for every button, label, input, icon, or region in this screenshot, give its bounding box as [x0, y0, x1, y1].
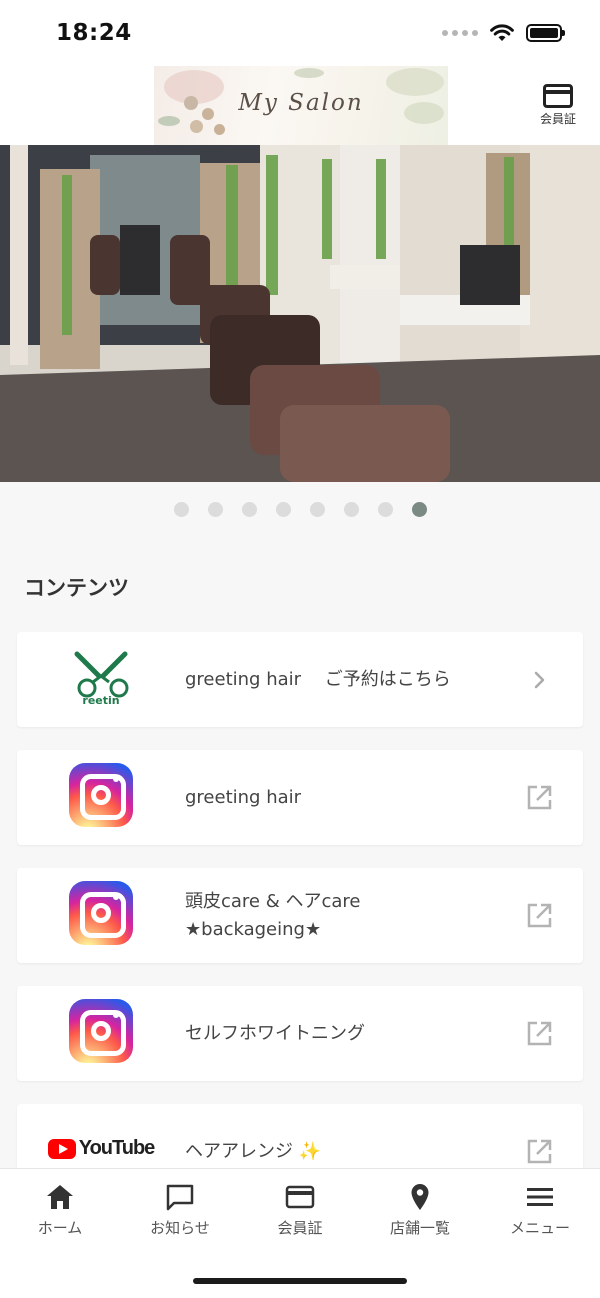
list-item-instagram-whitening[interactable]: セルフホワイトニング — [17, 986, 583, 1081]
tab-label: 会員証 — [277, 1219, 323, 1237]
hamburger-icon — [527, 1188, 553, 1206]
list-item-label: 頭皮care & ヘアcare ★backageing★ — [185, 890, 361, 940]
battery-icon — [526, 24, 565, 42]
pager-dot[interactable] — [173, 502, 189, 517]
pager-dot[interactable] — [309, 502, 325, 517]
status-icons — [442, 24, 565, 42]
chevron-right-icon — [534, 671, 545, 689]
salon-logo-text: My Salon — [238, 90, 364, 116]
home-indicator — [193, 1278, 407, 1284]
list-item-instagram-headspa[interactable]: 頭皮care & ヘアcare ★backageing★ — [17, 868, 583, 963]
tab-label: メニュー — [509, 1219, 570, 1237]
tab-label: お知らせ — [150, 1219, 210, 1237]
list-item-instagram-greeting[interactable]: greeting hair — [17, 750, 583, 845]
pager-dot[interactable] — [343, 502, 359, 517]
youtube-logo-text: YouTube — [78, 1137, 156, 1159]
tab-label: ホーム — [37, 1219, 83, 1237]
cellular-signal-icon — [442, 30, 478, 36]
external-link-icon — [527, 785, 552, 810]
external-link-icon — [527, 1139, 552, 1164]
salon-logo-banner: My Salon — [154, 66, 448, 145]
pager-dot[interactable] — [207, 502, 223, 517]
tab-news[interactable]: お知らせ — [120, 1183, 240, 1238]
card-icon — [285, 1185, 315, 1209]
greeting-logo-text: reetin — [82, 694, 119, 707]
instagram-logo — [56, 760, 146, 829]
pager-dot[interactable] — [241, 502, 257, 517]
wifi-icon — [490, 24, 514, 41]
greeting-logo: reetin — [56, 642, 146, 711]
external-link-icon — [527, 903, 552, 928]
card-icon — [543, 84, 573, 108]
tab-member-card[interactable]: 会員証 — [240, 1183, 360, 1238]
external-link-icon — [527, 1021, 552, 1046]
map-pin-icon — [411, 1184, 429, 1210]
status-time: 18:24 — [56, 20, 132, 46]
tab-store-list[interactable]: 店舗一覧 — [360, 1183, 480, 1238]
carousel-pager[interactable] — [0, 502, 600, 517]
pager-dot[interactable] — [275, 502, 291, 517]
chat-icon — [166, 1184, 194, 1211]
list-item-label: greeting hair — [185, 786, 302, 808]
pager-dot[interactable] — [377, 502, 393, 517]
pager-dot[interactable] — [411, 502, 427, 517]
member-card-button[interactable]: 会員証 — [536, 84, 580, 127]
status-bar: 18:24 — [0, 0, 600, 66]
instagram-logo — [56, 996, 146, 1065]
hero-carousel[interactable] — [0, 145, 600, 482]
home-icon — [47, 1185, 73, 1209]
salon-interior-photo — [0, 145, 600, 482]
section-title: コンテンツ — [24, 576, 129, 600]
tab-menu[interactable]: メニュー — [480, 1183, 600, 1238]
tab-home[interactable]: ホーム — [0, 1183, 120, 1238]
member-card-label: 会員証 — [539, 112, 576, 126]
instagram-logo — [56, 878, 146, 947]
tab-label: 店舗一覧 — [389, 1219, 450, 1237]
app-header: My Salon 会員証 — [0, 66, 600, 145]
list-item-reservation[interactable]: reetin greeting hair ご予約はこちら — [17, 632, 583, 727]
list-item-label: greeting hair ご予約はこちら — [185, 668, 451, 690]
list-item-label: セルフホワイトニング — [185, 1022, 365, 1044]
content-list: reetin greeting hair ご予約はこちら greeting ha… — [17, 632, 583, 1222]
